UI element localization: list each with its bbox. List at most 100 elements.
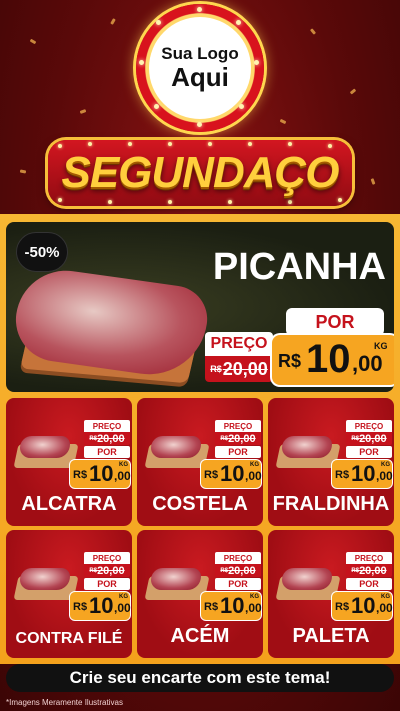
unit: KG bbox=[119, 462, 128, 468]
old-price-value: 20,00 bbox=[359, 432, 387, 445]
price-tag: R$ 10,00 KG bbox=[332, 460, 393, 488]
old-currency: R$ bbox=[89, 435, 98, 442]
preco-label: PREÇO bbox=[215, 420, 261, 432]
por-label: POR bbox=[84, 578, 130, 590]
product-name: PALETA bbox=[292, 625, 370, 647]
price-int: 10 bbox=[351, 593, 376, 618]
featured-old-price: R$ 20,00 bbox=[205, 356, 273, 382]
product-card: PREÇO R$ 20,00 POR R$ 10,00 KG FRALDINHA bbox=[268, 398, 394, 526]
product-card: PREÇO R$ 20,00 POR R$ 10,00 KG COSTELA bbox=[137, 398, 263, 526]
cta-banner[interactable]: Crie seu encarte com este tema! bbox=[6, 664, 394, 692]
featured-por-label: POR bbox=[286, 308, 384, 336]
product-name: ALCATRA bbox=[21, 493, 117, 515]
title-banner: SEGUNDAÇO bbox=[48, 140, 352, 206]
confetti bbox=[79, 109, 87, 114]
product-card: PREÇO R$ 20,00 POR R$ 10,00 KG ACÉM bbox=[137, 530, 263, 658]
price-tag: R$ 10,00 KG bbox=[332, 592, 393, 620]
featured-product: -50% PICANHA POR PREÇO R$ 20,00 R$ 10 ,0… bbox=[6, 222, 394, 392]
por-label: POR bbox=[346, 446, 392, 458]
old-price: R$ 20,00 bbox=[215, 564, 261, 577]
old-price: R$ 20,00 bbox=[346, 432, 392, 445]
price-int: 10 bbox=[89, 593, 114, 618]
old-price-value: 20,00 bbox=[97, 564, 125, 577]
preco-label: PREÇO bbox=[346, 420, 392, 432]
disclaimer: *Imagens Meramente Ilustrativas bbox=[6, 698, 123, 707]
featured-price-int: 10 bbox=[306, 337, 351, 381]
price-cents: ,00 bbox=[245, 601, 262, 615]
featured-price: R$ 10 ,00 KG bbox=[272, 335, 394, 385]
product-image bbox=[12, 552, 79, 600]
old-price-value: 20,00 bbox=[228, 432, 256, 445]
confetti bbox=[370, 178, 376, 185]
price-tag: R$ 10,00 KG bbox=[70, 460, 131, 488]
currency: R$ bbox=[335, 601, 350, 613]
price-cents: ,00 bbox=[376, 601, 393, 615]
featured-old-price-value: 20,00 bbox=[222, 358, 268, 379]
unit: KG bbox=[381, 594, 390, 600]
featured-price-cents: ,00 bbox=[352, 351, 383, 376]
product-card: PREÇO R$ 20,00 POR R$ 10,00 KG ALCATRA bbox=[6, 398, 132, 526]
product-image bbox=[12, 420, 79, 468]
currency: R$ bbox=[335, 469, 350, 481]
old-price-value: 20,00 bbox=[97, 432, 125, 445]
logo-text-line2: Aqui bbox=[171, 61, 229, 92]
price-tag: R$ 10,00 KG bbox=[70, 592, 131, 620]
discount-badge: -50% bbox=[16, 232, 68, 272]
old-price-value: 20,00 bbox=[359, 564, 387, 577]
price-cents: ,00 bbox=[376, 469, 393, 483]
por-label: POR bbox=[215, 578, 261, 590]
price-int: 10 bbox=[220, 593, 245, 618]
product-image bbox=[143, 420, 210, 468]
product-name: ACÉM bbox=[170, 625, 230, 647]
preco-label: PREÇO bbox=[215, 552, 261, 564]
unit: KG bbox=[381, 462, 390, 468]
price-tag: R$ 10,00 KG bbox=[201, 460, 262, 488]
logo-text-line1: Sua Logo bbox=[161, 44, 239, 63]
confetti bbox=[19, 169, 27, 174]
old-currency: R$ bbox=[220, 435, 229, 442]
currency: R$ bbox=[204, 601, 219, 613]
featured-unit: KG bbox=[374, 341, 388, 351]
price-tag: R$ 10,00 KG bbox=[201, 592, 262, 620]
product-name: FRALDINHA bbox=[272, 493, 390, 515]
price-int: 10 bbox=[351, 461, 376, 486]
unit: KG bbox=[250, 594, 259, 600]
confetti bbox=[110, 18, 116, 25]
old-price: R$ 20,00 bbox=[84, 432, 130, 445]
logo-placeholder: Sua Logo Aqui bbox=[149, 17, 251, 119]
currency: R$ bbox=[73, 469, 88, 481]
price-int: 10 bbox=[220, 461, 245, 486]
unit: KG bbox=[250, 462, 259, 468]
featured-preco-label: PREÇO bbox=[205, 332, 273, 356]
featured-product-name: PICANHA bbox=[212, 246, 386, 288]
price-cents: ,00 bbox=[114, 601, 131, 615]
preco-label: PREÇO bbox=[84, 420, 130, 432]
price-cents: ,00 bbox=[114, 469, 131, 483]
por-label: POR bbox=[84, 446, 130, 458]
product-name: CONTRA FILÉ bbox=[15, 630, 123, 647]
product-image bbox=[274, 552, 341, 600]
old-currency: R$ bbox=[89, 567, 98, 574]
old-price: R$ 20,00 bbox=[84, 564, 130, 577]
old-currency: R$ bbox=[351, 567, 360, 574]
featured-old-currency: R$ bbox=[210, 364, 222, 374]
confetti bbox=[349, 88, 357, 95]
page-title: SEGUNDAÇO bbox=[61, 148, 339, 197]
unit: KG bbox=[119, 594, 128, 600]
logo-badge: Sua Logo Aqui bbox=[136, 4, 264, 132]
product-card: PREÇO R$ 20,00 POR R$ 10,00 KG PALETA bbox=[268, 530, 394, 658]
price-int: 10 bbox=[89, 461, 114, 486]
product-name: COSTELA bbox=[152, 493, 248, 515]
product-image bbox=[143, 552, 210, 600]
featured-currency: R$ bbox=[278, 351, 302, 371]
old-price-value: 20,00 bbox=[228, 564, 256, 577]
confetti bbox=[279, 118, 287, 125]
product-card: PREÇO R$ 20,00 POR R$ 10,00 KG CONTRA FILÉ bbox=[6, 530, 132, 658]
preco-label: PREÇO bbox=[84, 552, 130, 564]
currency: R$ bbox=[73, 601, 88, 613]
currency: R$ bbox=[204, 469, 219, 481]
price-cents: ,00 bbox=[245, 469, 262, 483]
old-currency: R$ bbox=[351, 435, 360, 442]
product-image bbox=[274, 420, 341, 468]
por-label: POR bbox=[215, 446, 261, 458]
